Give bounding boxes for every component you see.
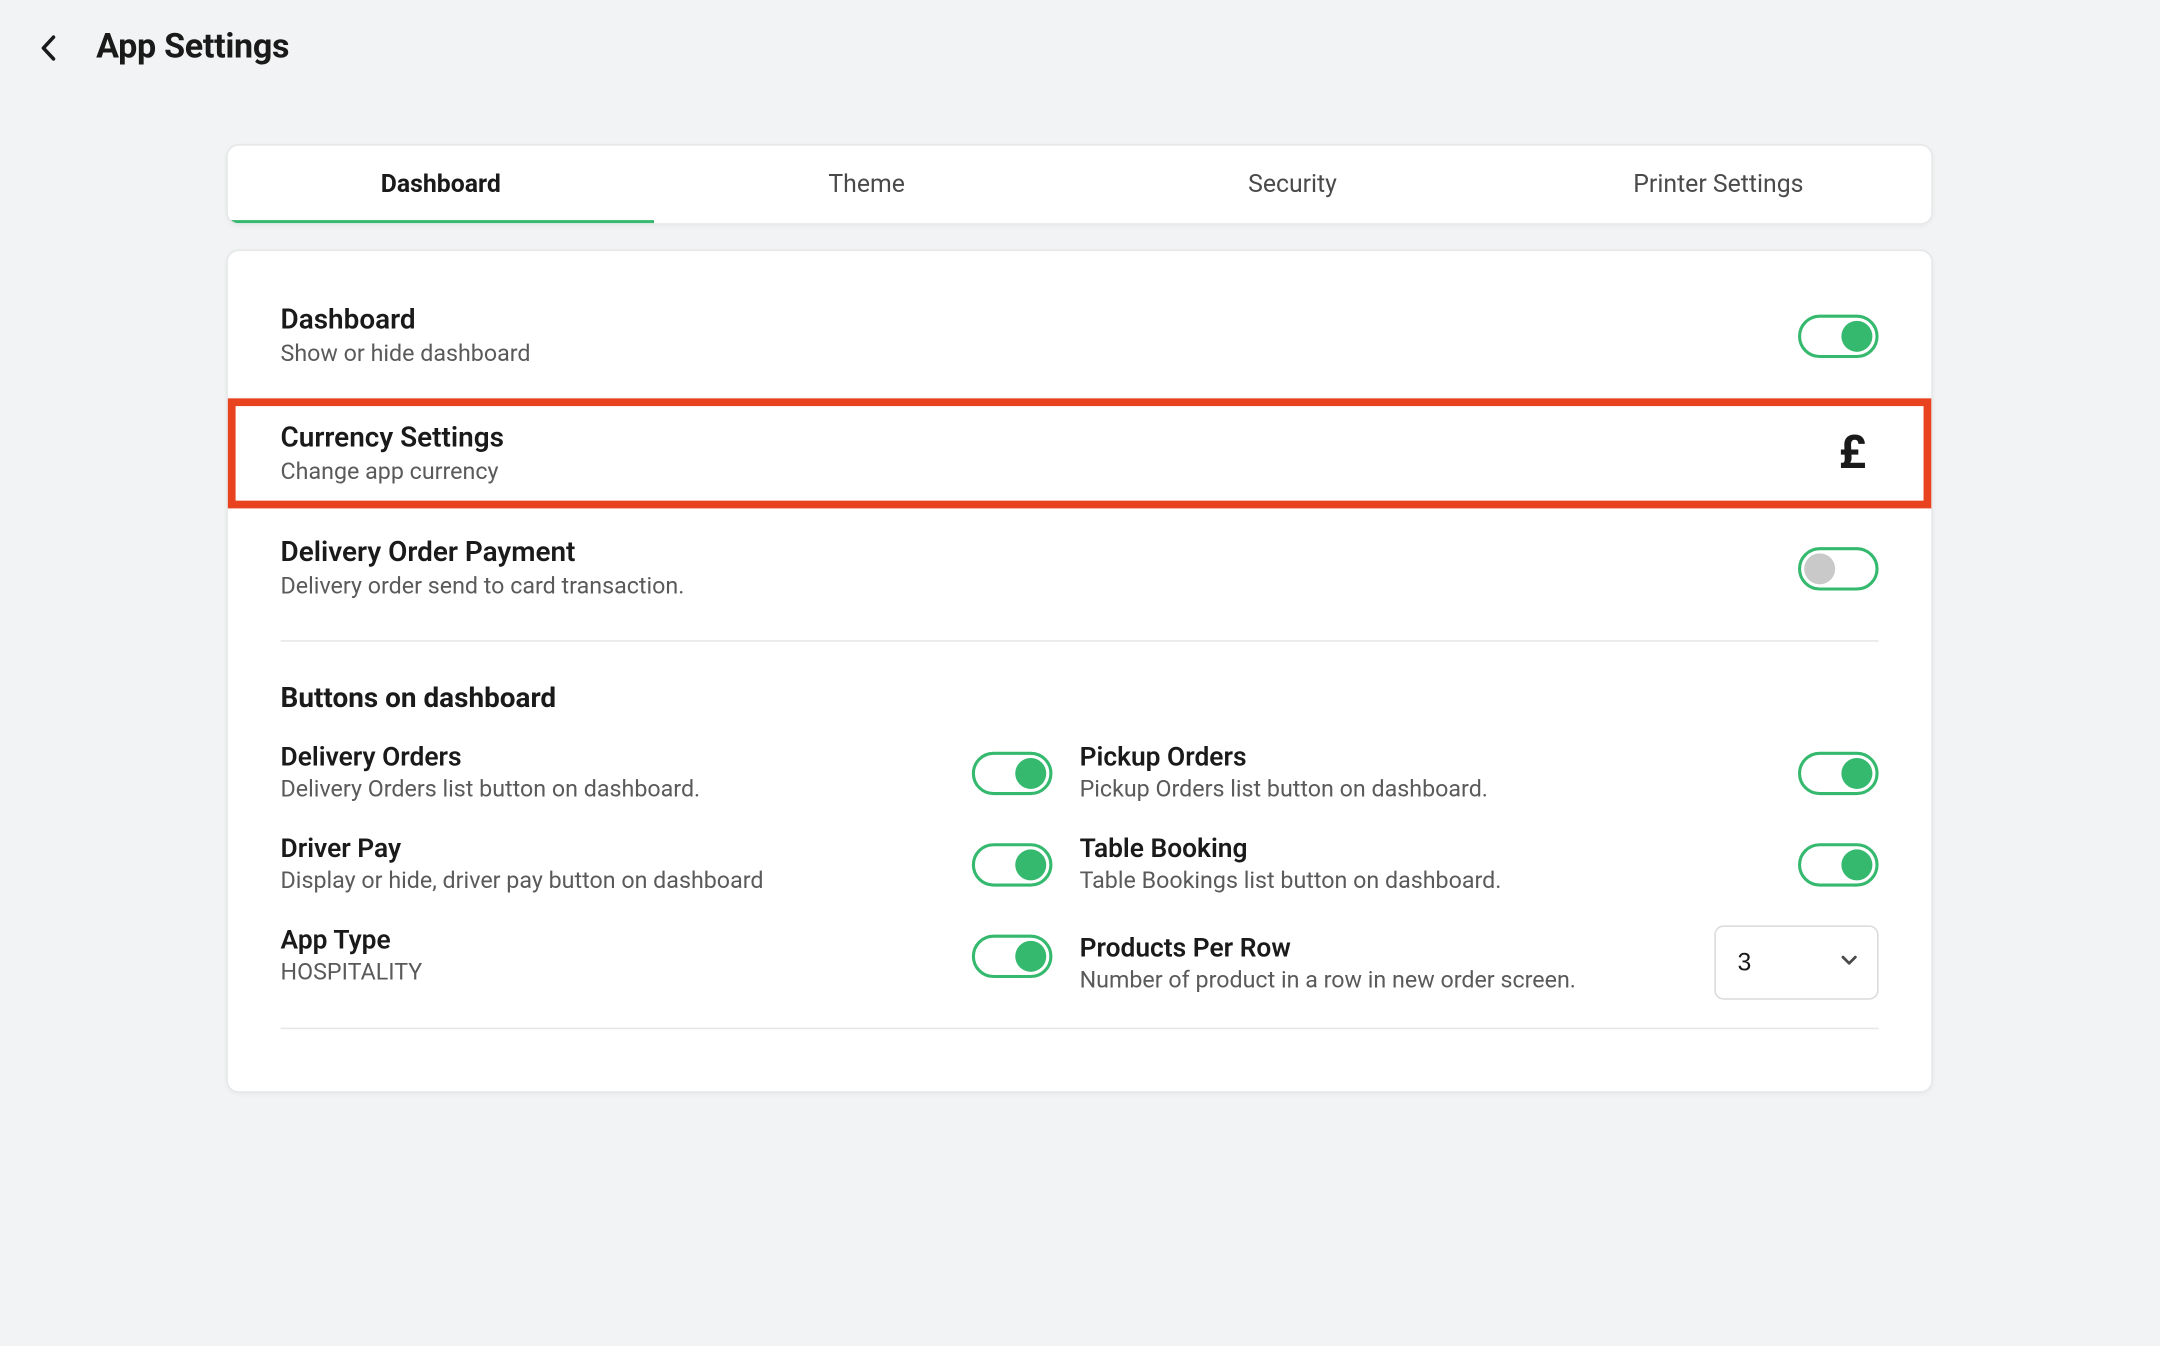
setting-desc: HOSPITALITY: [281, 958, 972, 986]
setting-desc: Number of product in a row in new order …: [1080, 965, 1715, 993]
setting-title: Pickup Orders: [1080, 742, 1798, 773]
divider: [281, 1028, 1879, 1030]
setting-delivery-payment: Delivery Order Payment Delivery order se…: [228, 508, 1931, 618]
toggle-driver-pay[interactable]: [971, 842, 1052, 885]
setting-desc: Pickup Orders list button on dashboard.: [1080, 775, 1798, 803]
setting-title: Delivery Orders: [281, 742, 972, 773]
setting-desc: Delivery Orders list button on dashboard…: [281, 775, 972, 803]
settings-panel: Dashboard Show or hide dashboard Currenc…: [226, 250, 1933, 1093]
setting-title: Dashboard: [281, 304, 1798, 337]
tabs-bar: Dashboard Theme Security Printer Setting…: [226, 144, 1933, 225]
toggle-table-booking[interactable]: [1798, 842, 1879, 885]
select-products-per-row[interactable]: 3: [1714, 925, 1878, 999]
setting-pickup-orders: Pickup Orders Pickup Orders list button …: [1080, 742, 1879, 802]
toggle-delivery-orders[interactable]: [971, 751, 1052, 794]
setting-products-per-row: Products Per Row Number of product in a …: [1080, 925, 1879, 999]
setting-desc: Table Bookings list button on dashboard.: [1080, 866, 1798, 894]
setting-currency-highlight: Currency Settings Change app currency £: [228, 398, 1931, 508]
page-title: App Settings: [96, 28, 289, 67]
chevron-left-icon: [40, 33, 59, 61]
setting-desc: Display or hide, driver pay button on da…: [281, 866, 972, 894]
setting-title: Currency Settings: [281, 422, 1839, 455]
currency-symbol: £: [1839, 426, 1879, 480]
toggle-pickup-orders[interactable]: [1798, 751, 1879, 794]
toggle-dashboard[interactable]: [1798, 314, 1879, 357]
setting-dashboard: Dashboard Show or hide dashboard: [228, 251, 1931, 386]
buttons-grid: Delivery Orders Delivery Orders list but…: [228, 724, 1931, 1012]
page-header: App Settings: [0, 0, 2159, 82]
setting-title: Table Booking: [1080, 834, 1798, 865]
toggle-app-type[interactable]: [971, 934, 1052, 977]
setting-app-type: App Type HOSPITALITY: [281, 925, 1080, 985]
section-heading-buttons: Buttons on dashboard: [228, 642, 1931, 724]
setting-title: Driver Pay: [281, 834, 972, 865]
setting-driver-pay: Driver Pay Display or hide, driver pay b…: [281, 834, 1080, 894]
back-button[interactable]: [31, 29, 68, 66]
tab-printer-settings[interactable]: Printer Settings: [1505, 146, 1931, 224]
setting-currency[interactable]: Currency Settings Change app currency £: [236, 406, 1924, 501]
setting-title: Delivery Order Payment: [281, 536, 1798, 569]
toggle-delivery-payment[interactable]: [1798, 546, 1879, 589]
tab-theme[interactable]: Theme: [654, 146, 1080, 224]
tab-dashboard[interactable]: Dashboard: [228, 146, 654, 224]
setting-desc: Delivery order send to card transaction.: [281, 572, 1798, 600]
setting-desc: Show or hide dashboard: [281, 339, 1798, 367]
tab-security[interactable]: Security: [1080, 146, 1506, 224]
setting-title: Products Per Row: [1080, 932, 1715, 963]
setting-table-booking: Table Booking Table Bookings list button…: [1080, 834, 1879, 894]
setting-desc: Change app currency: [281, 457, 1839, 485]
setting-title: App Type: [281, 925, 972, 956]
setting-delivery-orders: Delivery Orders Delivery Orders list but…: [281, 742, 1080, 802]
